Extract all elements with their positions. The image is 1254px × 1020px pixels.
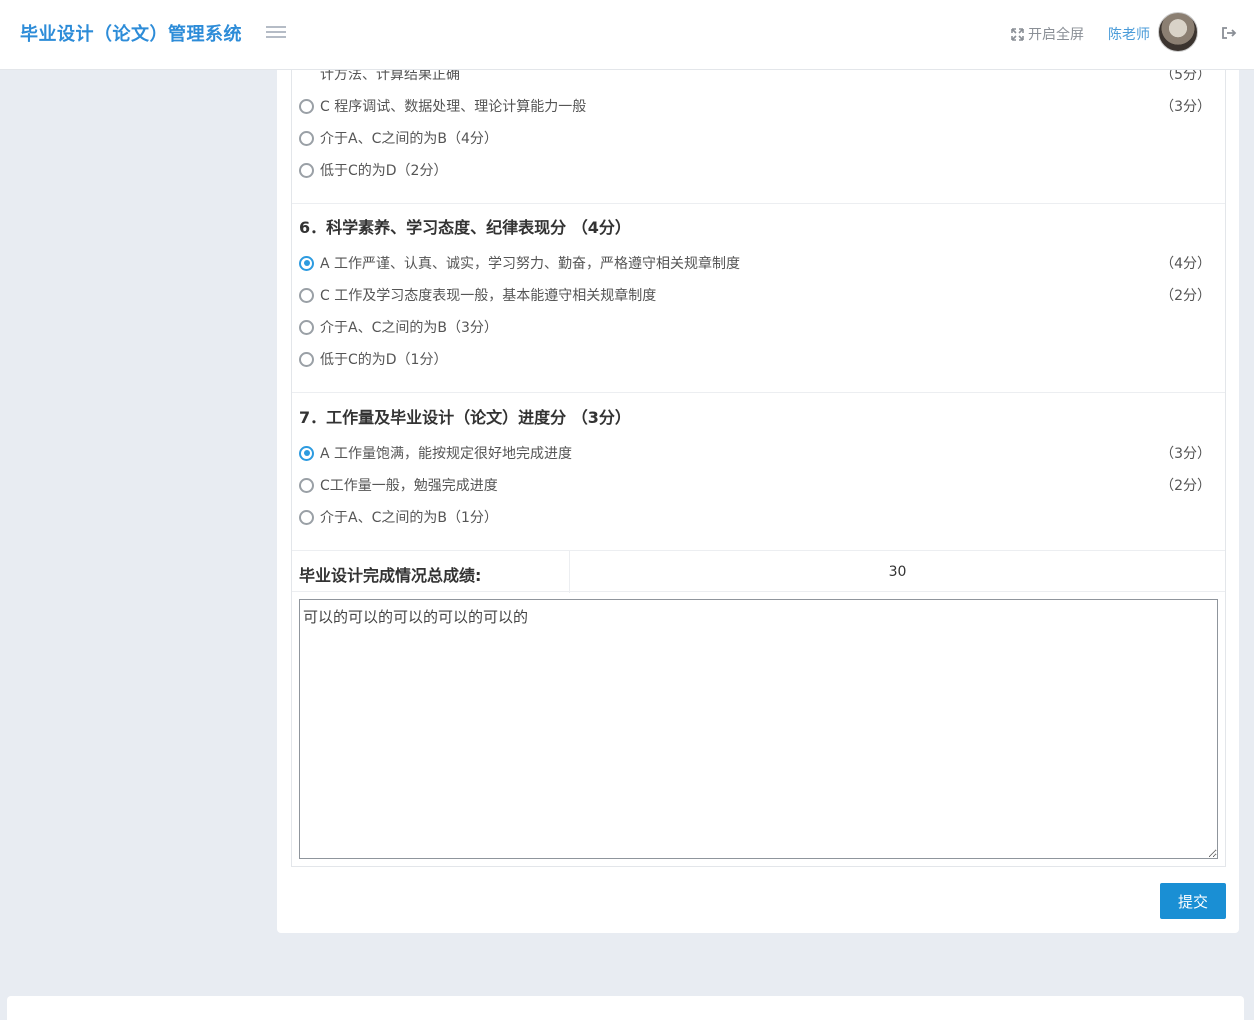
evaluation-form: 计方法、计算结果正确 （5分） C 程序调试、数据处理、理论计算能力一般 （3分… <box>291 67 1226 867</box>
radio-button[interactable] <box>299 287 314 303</box>
total-score-row: 毕业设计完成情况总成绩: 30 <box>292 550 1225 593</box>
fullscreen-button[interactable]: 开启全屏 <box>1011 24 1084 44</box>
option-score: （2分） <box>1160 288 1211 304</box>
question-title: 6．科学素养、学习态度、纪律表现分 （4分） <box>299 218 631 237</box>
top-header: 毕业设计（论文）管理系统 开启全屏 陈老师 <box>0 0 1254 70</box>
option-label: 介于A、C之间的为B（3分） <box>320 320 498 336</box>
total-score-value: 30 <box>888 564 907 580</box>
radio-button[interactable] <box>299 255 314 271</box>
radio-button[interactable] <box>299 319 314 335</box>
q7-option-a[interactable]: A 工作量饱满，能按规定很好地完成进度 （3分） <box>299 443 1211 463</box>
radio-button[interactable] <box>299 509 314 525</box>
option-score: （2分） <box>1160 478 1211 494</box>
option-label: C 程序调试、数据处理、理论计算能力一般 <box>320 99 587 115</box>
menu-list-icon[interactable] <box>266 26 286 40</box>
avatar[interactable] <box>1158 12 1198 52</box>
fullscreen-label: 开启全屏 <box>1028 27 1084 43</box>
logout-icon[interactable] <box>1221 25 1237 41</box>
evaluation-card: 计方法、计算结果正确 （5分） C 程序调试、数据处理、理论计算能力一般 （3分… <box>277 67 1239 933</box>
radio-button[interactable] <box>299 98 314 114</box>
radio-button[interactable] <box>299 130 314 146</box>
option-label: 低于C的为D（1分） <box>320 352 448 368</box>
q6-option-a[interactable]: A 工作严谨、认真、诚实，学习努力、勤奋，严格遵守相关规章制度 （4分） <box>299 253 1211 273</box>
user-name[interactable]: 陈老师 <box>1108 24 1150 44</box>
option-label: 介于A、C之间的为B（4分） <box>320 131 498 147</box>
divider <box>292 392 1225 393</box>
option-label: C 工作及学习态度表现一般，基本能遵守相关规章制度 <box>320 288 657 304</box>
q6-option-c[interactable]: C 工作及学习态度表现一般，基本能遵守相关规章制度 （2分） <box>299 285 1211 305</box>
option-score: （4分） <box>1160 256 1211 272</box>
q7-option-b[interactable]: 介于A、C之间的为B（1分） <box>299 507 1211 527</box>
option-score: （3分） <box>1160 446 1211 462</box>
radio-button[interactable] <box>299 162 314 178</box>
footer-panel <box>7 996 1244 1020</box>
question-title: 7．工作量及毕业设计（论文）进度分 （3分） <box>299 408 631 427</box>
q7-option-c[interactable]: C工作量一般，勉强完成进度 （2分） <box>299 475 1211 495</box>
option-label: A 工作严谨、认真、诚实，学习努力、勤奋，严格遵守相关规章制度 <box>320 256 741 272</box>
option-score: （3分） <box>1160 99 1211 115</box>
q5-option-b[interactable]: 介于A、C之间的为B（4分） <box>299 128 1211 148</box>
option-label: A 工作量饱满，能按规定很好地完成进度 <box>320 446 573 462</box>
q5-option-c[interactable]: C 程序调试、数据处理、理论计算能力一般 （3分） <box>299 96 1211 116</box>
submit-button[interactable]: 提交 <box>1160 883 1226 919</box>
expand-icon <box>1011 27 1024 41</box>
radio-button[interactable] <box>299 477 314 493</box>
radio-button[interactable] <box>299 445 314 461</box>
option-label: C工作量一般，勉强完成进度 <box>320 478 498 494</box>
q5-option-d[interactable]: 低于C的为D（2分） <box>299 160 1211 180</box>
option-label: 低于C的为D（2分） <box>320 163 448 179</box>
q6-option-d[interactable]: 低于C的为D（1分） <box>299 349 1211 369</box>
comment-textarea[interactable] <box>299 599 1218 859</box>
divider <box>292 203 1225 204</box>
radio-button[interactable] <box>299 351 314 367</box>
app-title[interactable]: 毕业设计（论文）管理系统 <box>20 20 242 46</box>
option-label: 介于A、C之间的为B（1分） <box>320 510 498 526</box>
total-score-label: 毕业设计完成情况总成绩: <box>299 566 482 585</box>
q6-option-b[interactable]: 介于A、C之间的为B（3分） <box>299 317 1211 337</box>
